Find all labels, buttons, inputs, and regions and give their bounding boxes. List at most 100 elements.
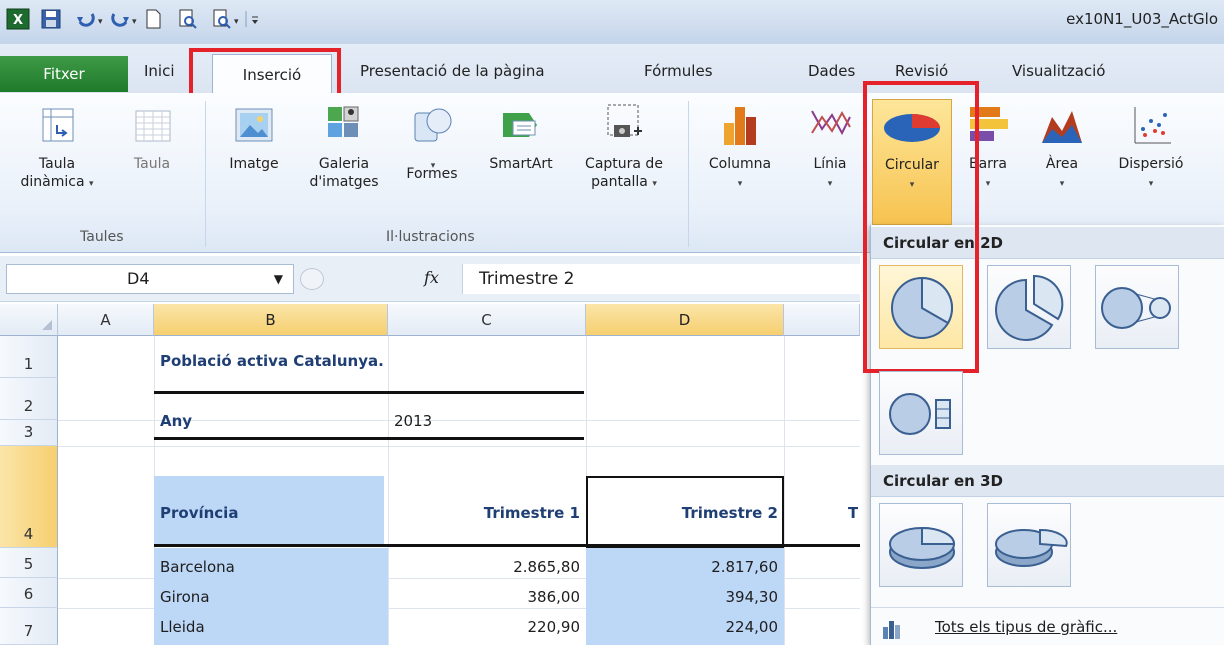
pie-3d-icon xyxy=(889,526,956,569)
row-header-5[interactable]: 5 xyxy=(0,548,58,578)
group-label-illustrations: Il·lustracions xyxy=(386,229,475,245)
name-box[interactable]: D4 ▼ xyxy=(6,264,294,294)
cell-province[interactable]: Girona xyxy=(160,586,210,608)
cell-b2[interactable]: Any xyxy=(160,410,192,432)
pie-2d-icon xyxy=(891,276,953,339)
clipart-button[interactable]: Galeria d'imatges xyxy=(300,103,388,191)
bar-of-pie-icon xyxy=(889,393,951,435)
bar-of-pie-option[interactable] xyxy=(879,371,963,455)
picture-label: Imatge xyxy=(229,156,279,172)
excel-logo-icon[interactable]: X xyxy=(6,8,30,30)
scatter-chart-label: Dispersió xyxy=(1118,156,1184,172)
smartart-button[interactable]: SmartArt xyxy=(478,103,564,173)
cell-q1-header[interactable]: Trimestre 1 xyxy=(388,502,580,524)
area-chart-button[interactable]: Àrea ▾ xyxy=(1032,103,1092,193)
cell-province[interactable]: Lleida xyxy=(160,616,205,638)
svg-text:X: X xyxy=(13,13,23,28)
print-preview-icon[interactable] xyxy=(176,8,200,30)
pie-of-pie-icon xyxy=(1101,287,1171,329)
tab-page-layout[interactable]: Presentació de la pàgina xyxy=(360,62,545,80)
row-header-4[interactable]: 4 xyxy=(0,446,58,548)
bar-chart-button[interactable]: Barra ▾ xyxy=(958,103,1018,193)
table-label: Taula xyxy=(133,156,171,172)
pivot-table-button[interactable]: Taula dinàmica ▾ xyxy=(18,103,96,193)
name-box-dropdown-icon[interactable]: ▼ xyxy=(274,265,283,293)
pie-of-pie-option[interactable] xyxy=(1095,265,1179,349)
line-chart-button[interactable]: Línia ▾ xyxy=(800,103,860,193)
column-header-c[interactable]: C xyxy=(388,304,586,336)
cell-q2-header[interactable]: Trimestre 2 xyxy=(588,502,778,524)
cell-c2[interactable]: 2013 xyxy=(394,410,432,432)
pie-3d-option[interactable] xyxy=(879,503,963,587)
svg-text:▾: ▾ xyxy=(98,17,103,27)
scatter-chart-button[interactable]: Dispersió ▾ xyxy=(1104,103,1198,193)
tab-home[interactable]: Inici xyxy=(144,62,175,80)
tab-insert[interactable]: Inserció xyxy=(212,54,332,94)
pie-2d-option[interactable] xyxy=(879,265,963,349)
pie-chart-icon xyxy=(884,104,940,148)
row-header-6[interactable]: 6 xyxy=(0,578,58,608)
spreadsheet-grid: A B C D 1 2 3 4 5 6 7 Població activa Ca… xyxy=(0,304,860,645)
exploded-pie-2d-option[interactable] xyxy=(987,265,1071,349)
row-header-3[interactable]: 3 xyxy=(0,420,58,446)
title-bar: X ▾ ▾ ▾ ex10N1_U03_ActGlo xyxy=(0,0,1224,44)
cell-q2[interactable]: 394,30 xyxy=(586,586,779,608)
customize-qat-icon[interactable] xyxy=(244,8,268,30)
gridline xyxy=(784,336,785,645)
redo-icon[interactable]: ▾ xyxy=(108,8,137,30)
gridline xyxy=(58,446,860,447)
column-header-e[interactable] xyxy=(784,304,860,336)
tab-formulas[interactable]: Fórmules xyxy=(644,62,713,80)
column-chart-icon xyxy=(718,103,762,147)
pivot-label-2: dinàmica xyxy=(20,174,85,190)
tab-review[interactable]: Revisió xyxy=(895,62,948,80)
screenshot-button[interactable]: Captura de pantalla ▾ xyxy=(570,103,678,193)
cell-q1[interactable]: 220,90 xyxy=(388,616,581,638)
formula-bar: D4 ▼ fx Trimestre 2 xyxy=(0,256,862,302)
select-all-corner[interactable] xyxy=(0,304,58,336)
cell-b1[interactable]: Població activa Catalunya. xyxy=(160,350,384,372)
section-3d-pie: Circular en 3D xyxy=(871,465,1224,497)
tab-file[interactable]: Fitxer xyxy=(0,56,128,92)
exploded-pie-3d-option[interactable] xyxy=(987,503,1071,587)
cell-q1[interactable]: 386,00 xyxy=(388,586,581,608)
table-button[interactable]: Taula xyxy=(122,103,182,173)
document-title: ex10N1_U03_ActGlo xyxy=(1066,10,1218,28)
all-chart-types-link[interactable]: Tots els tipus de gràfic... xyxy=(935,618,1117,636)
column-chart-button[interactable]: Columna ▾ xyxy=(700,103,780,193)
shapes-label: Formes xyxy=(406,166,458,182)
table-icon xyxy=(130,103,174,147)
clipart-label-2: d'imatges xyxy=(309,174,379,190)
cell-q2[interactable]: 224,00 xyxy=(586,616,779,638)
area-chart-icon xyxy=(1040,103,1084,147)
cell-province[interactable]: Barcelona xyxy=(160,556,235,578)
row-header-1[interactable]: 1 xyxy=(0,336,58,378)
cell-q1[interactable]: 2.865,80 xyxy=(388,556,580,578)
bar-chart-label: Barra xyxy=(968,156,1008,172)
picture-icon xyxy=(232,103,276,147)
smartart-icon xyxy=(499,103,543,147)
picture-button[interactable]: Imatge xyxy=(220,103,288,173)
pivot-label-1: Taula xyxy=(38,156,76,172)
insert-function-icon[interactable]: fx xyxy=(424,268,439,287)
undo-icon[interactable]: ▾ xyxy=(74,8,103,30)
cell-q2[interactable]: 2.817,60 xyxy=(586,556,778,578)
save-icon[interactable] xyxy=(40,8,64,30)
formula-input[interactable]: Trimestre 2 xyxy=(462,264,862,294)
row-header-2[interactable]: 2 xyxy=(0,378,58,420)
column-header-b[interactable]: B xyxy=(154,304,388,336)
new-document-icon[interactable] xyxy=(142,8,166,30)
column-header-d[interactable]: D xyxy=(586,304,784,336)
row-header-7[interactable]: 7 xyxy=(0,608,58,645)
quick-print-icon[interactable]: ▾ xyxy=(210,8,239,30)
exploded-pie-2d-icon xyxy=(995,274,1064,341)
screenshot-label-1: Captura de xyxy=(585,156,663,172)
tab-view[interactable]: Visualització xyxy=(1012,62,1106,80)
tab-data[interactable]: Dades xyxy=(808,62,855,80)
pie-chart-dropdown: Circular en 2D Circular en 3D Tots els t… xyxy=(863,81,1224,645)
cell-province-header[interactable]: Província xyxy=(160,502,238,524)
pie-chart-button[interactable]: Circular ▾ xyxy=(872,99,952,225)
cell-q3-header-partial[interactable]: T xyxy=(848,502,858,524)
column-header-a[interactable]: A xyxy=(58,304,154,336)
pivot-table-icon xyxy=(35,103,79,147)
